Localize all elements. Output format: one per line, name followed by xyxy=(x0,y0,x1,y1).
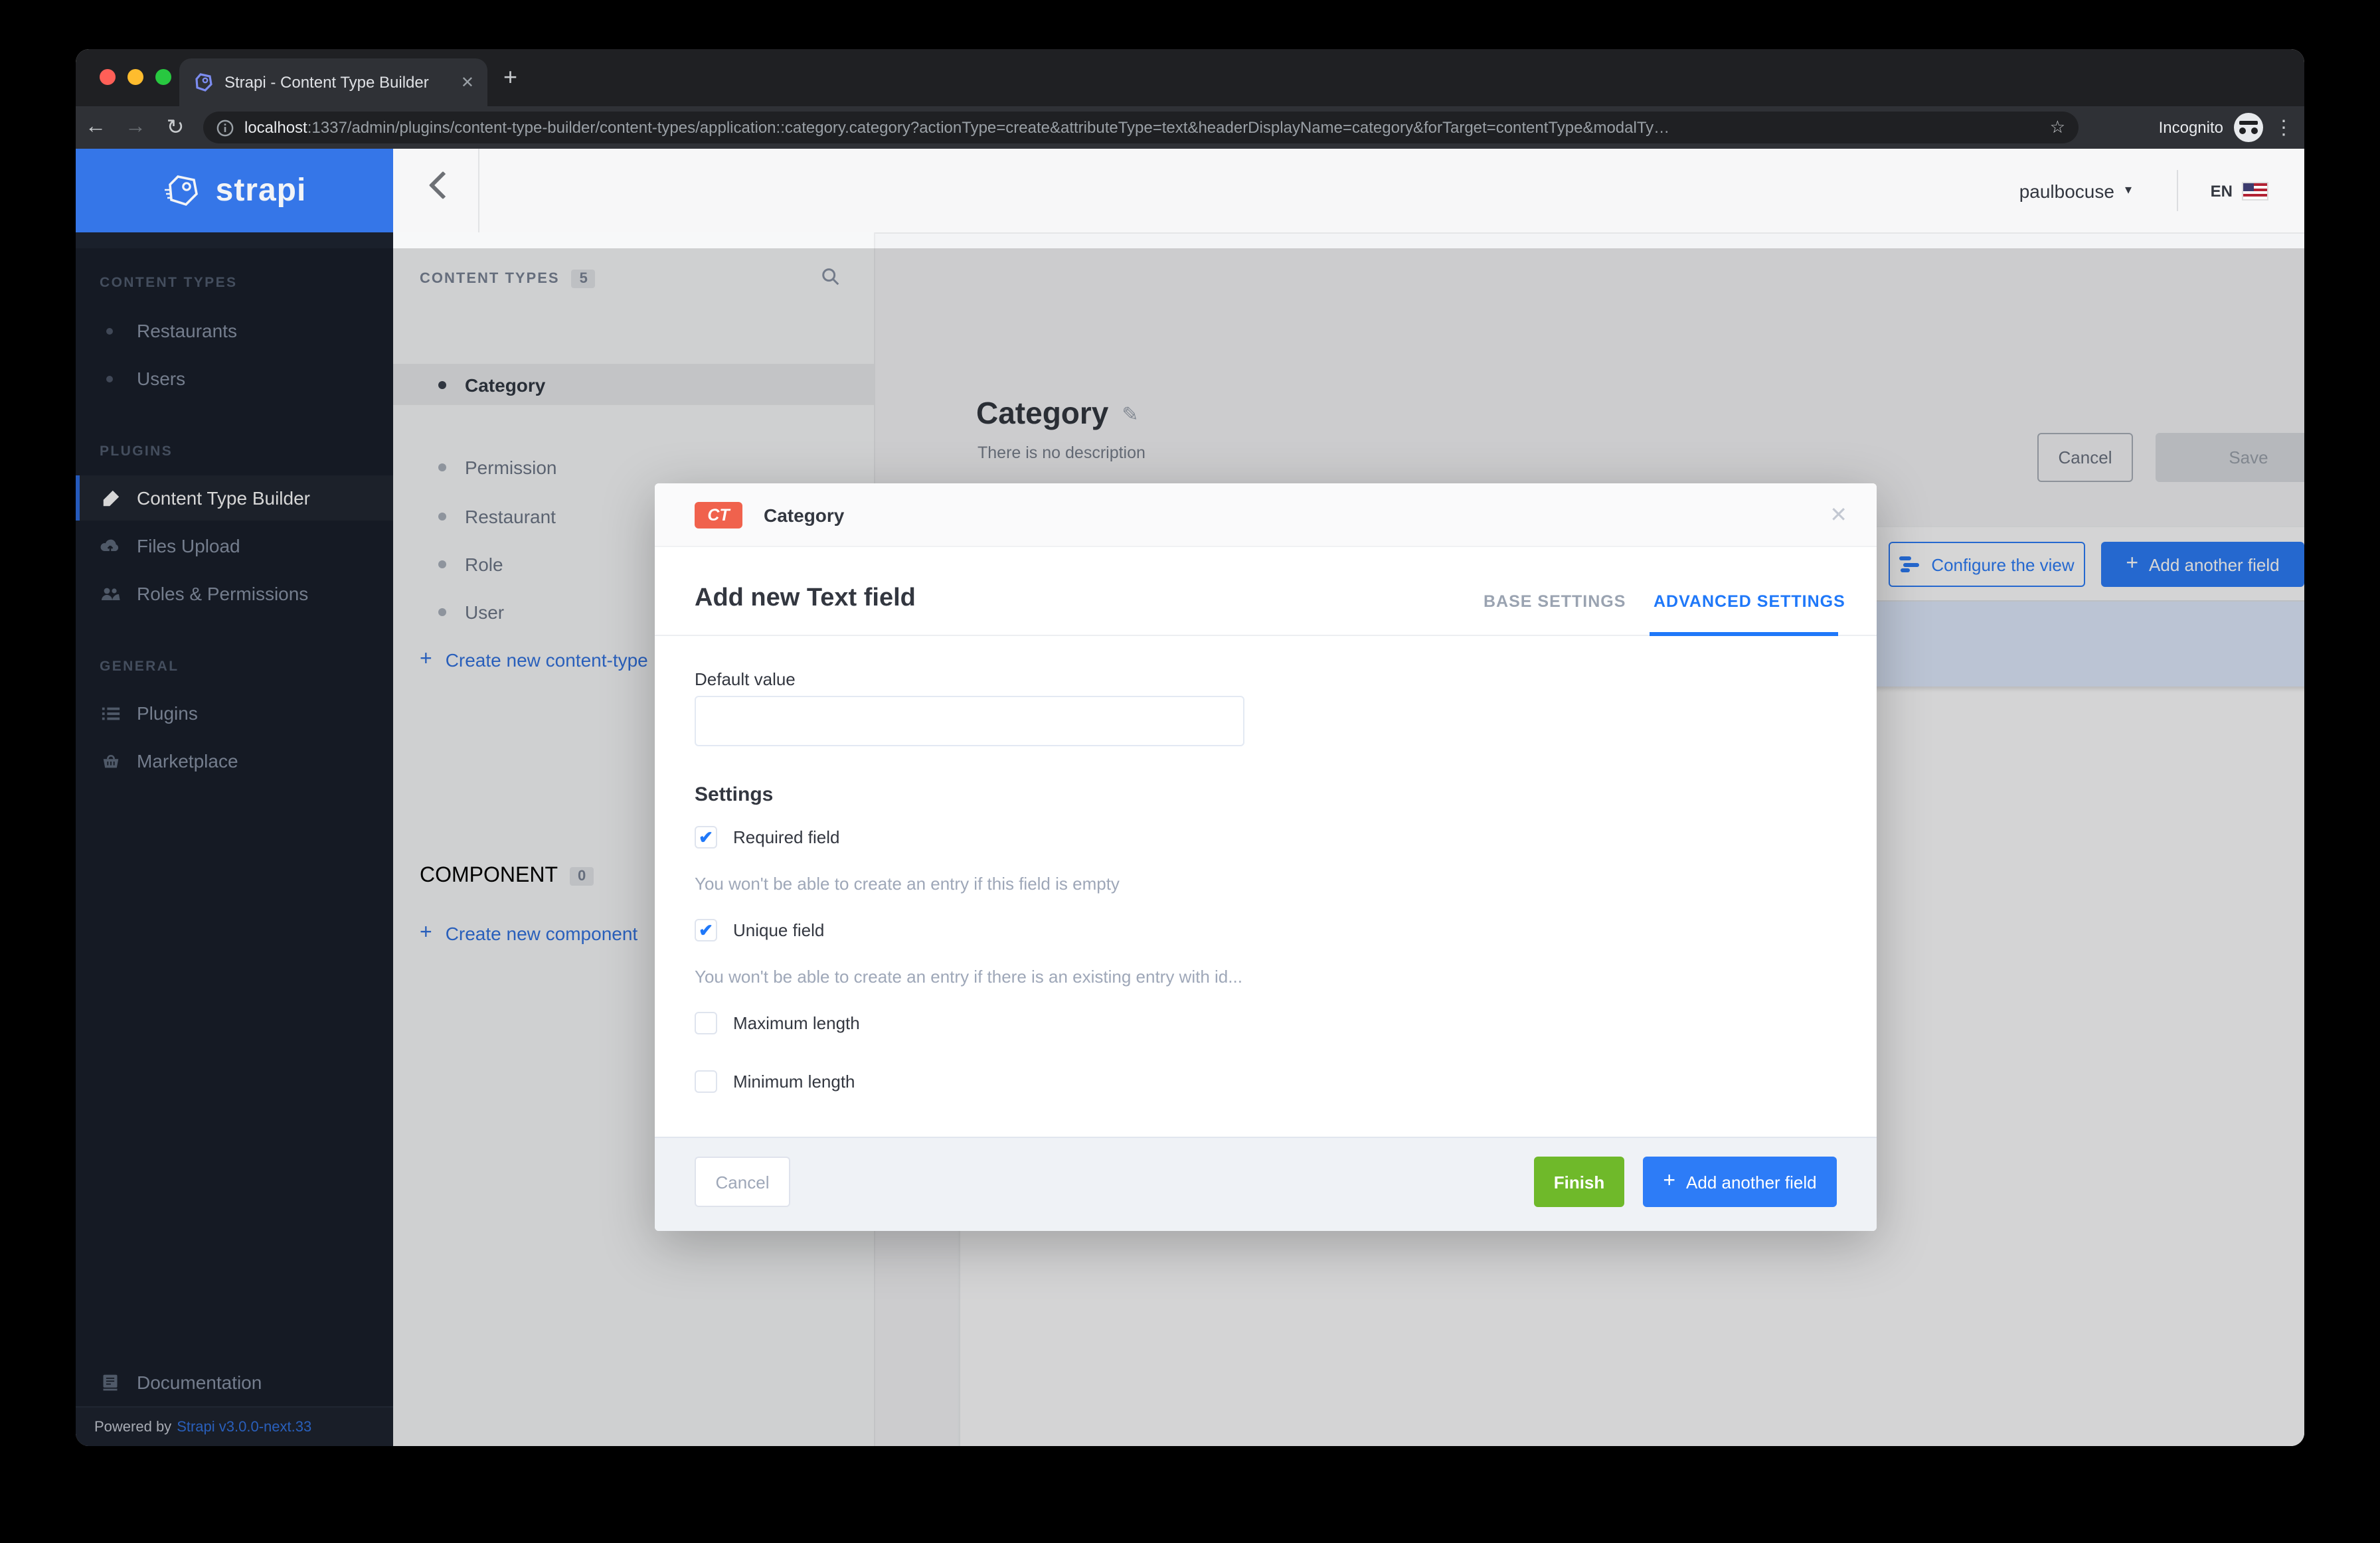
reload-icon[interactable]: ↻ xyxy=(155,114,195,141)
modal-title: Add new Text field xyxy=(695,584,916,612)
modal-cancel-button[interactable]: Cancel xyxy=(695,1157,790,1207)
back-icon[interactable]: ← xyxy=(76,116,116,139)
default-value-label: Default value xyxy=(695,669,796,689)
incognito-label: Incognito xyxy=(2158,118,2223,137)
tab-base-settings[interactable]: BASE SETTINGS xyxy=(1484,592,1626,611)
checkbox-label: Unique field xyxy=(733,920,825,940)
strapi-logo-text: strapi xyxy=(215,172,307,208)
browser-tabstrip: Strapi - Content Type Builder ✕ + xyxy=(76,49,2304,106)
modal-add-another-field-label: Add another field xyxy=(1686,1172,1817,1192)
active-tab-underline xyxy=(1650,632,1838,636)
tab-close-icon[interactable]: ✕ xyxy=(461,73,474,92)
traffic-light-zoom[interactable] xyxy=(155,69,171,85)
modal-add-another-field-button[interactable]: + Add another field xyxy=(1643,1157,1837,1207)
forward-icon[interactable]: → xyxy=(116,116,155,139)
browser-tab[interactable]: Strapi - Content Type Builder ✕ xyxy=(179,58,487,106)
locale-divider xyxy=(2177,170,2178,211)
site-info-icon[interactable] xyxy=(216,119,234,136)
url-host: localhost xyxy=(244,118,307,137)
strapi-admin: strapi CONTENT TYPES Restaurants Users P… xyxy=(76,149,2304,1446)
required-field-helper: You won't be able to create an entry if … xyxy=(695,874,1120,894)
incognito-icon xyxy=(2234,113,2263,142)
browser-window: Strapi - Content Type Builder ✕ + ← → ↻ … xyxy=(76,49,2304,1446)
traffic-light-close[interactable] xyxy=(100,69,116,85)
url-path: :1337/admin/plugins/content-type-builder… xyxy=(307,118,1670,137)
locale-switcher[interactable]: EN xyxy=(2210,149,2268,232)
strapi-favicon xyxy=(195,73,212,92)
chrome-right-controls: Incognito ⋮ xyxy=(2159,106,2294,149)
traffic-light-minimize[interactable] xyxy=(128,69,143,85)
modal-footer: Cancel Finish + Add another field xyxy=(655,1137,1877,1231)
close-icon[interactable]: ✕ xyxy=(1829,502,1847,528)
us-flag-icon xyxy=(2242,181,2268,200)
strapi-logo[interactable]: strapi xyxy=(76,149,393,232)
new-tab-icon[interactable]: + xyxy=(503,65,517,89)
back-chevron-icon[interactable] xyxy=(428,171,458,200)
strapi-rocket-icon xyxy=(165,175,199,206)
default-value-input[interactable] xyxy=(695,696,1244,746)
checkbox[interactable]: ✔ xyxy=(695,826,717,849)
checkbox-label: Maximum length xyxy=(733,1013,860,1033)
bookmark-star-icon[interactable]: ☆ xyxy=(2050,117,2065,138)
required-field-row[interactable]: ✔ Required field xyxy=(695,826,839,849)
checkbox[interactable]: ✔ xyxy=(695,1070,717,1093)
checkbox-label: Minimum length xyxy=(733,1072,855,1092)
user-name: paulbocuse xyxy=(2019,180,2114,201)
content-type-badge: CT xyxy=(695,501,742,528)
modal-header: CT Category xyxy=(655,483,1877,547)
locale-label: EN xyxy=(2210,181,2233,200)
address-bar[interactable]: localhost:1337/admin/plugins/content-typ… xyxy=(203,112,2079,143)
checkbox-label: Required field xyxy=(733,827,840,847)
user-menu[interactable]: paulbocuse ▾ xyxy=(2019,149,2132,232)
caret-down-icon: ▾ xyxy=(2124,183,2132,198)
unique-field-helper: You won't be able to create an entry if … xyxy=(695,967,1242,987)
browser-menu-icon[interactable]: ⋮ xyxy=(2274,116,2294,139)
tab-title: Strapi - Content Type Builder xyxy=(224,73,429,92)
plus-icon: + xyxy=(1663,1170,1676,1192)
screen: Strapi - Content Type Builder ✕ + ← → ↻ … xyxy=(0,0,2380,1543)
settings-title: Settings xyxy=(695,783,774,806)
maximum-length-row[interactable]: ✔ Maximum length xyxy=(695,1012,860,1034)
tab-advanced-settings[interactable]: ADVANCED SETTINGS xyxy=(1654,592,1845,611)
checkbox[interactable]: ✔ xyxy=(695,1012,717,1034)
unique-field-row[interactable]: ✔ Unique field xyxy=(695,919,824,941)
modal-content-type-name: Category xyxy=(764,504,845,525)
add-field-modal: CT Category ✕ Add new Text field BASE SE… xyxy=(655,483,1877,1231)
browser-toolbar: ← → ↻ localhost:1337/admin/plugins/conte… xyxy=(76,106,2304,149)
header-divider xyxy=(478,149,479,232)
app-header: paulbocuse ▾ EN xyxy=(393,149,2304,234)
minimum-length-row[interactable]: ✔ Minimum length xyxy=(695,1070,855,1093)
finish-button[interactable]: Finish xyxy=(1534,1157,1624,1207)
checkbox[interactable]: ✔ xyxy=(695,919,717,941)
